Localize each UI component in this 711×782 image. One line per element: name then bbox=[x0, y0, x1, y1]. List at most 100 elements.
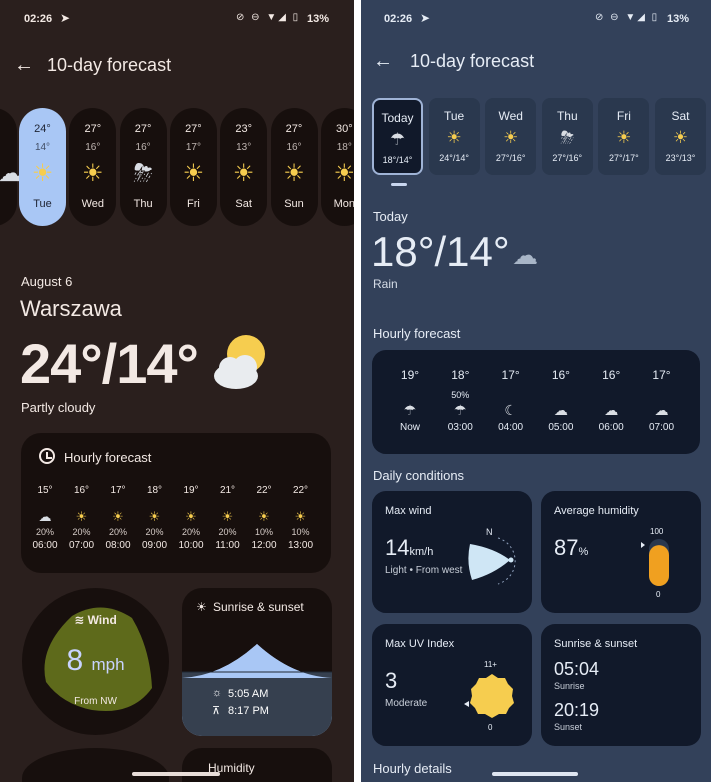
hourly-forecast-card[interactable]: 19° ☂ Now 18° 50% ☂ 03:00 17° ☾ 04:00 16° ☁ 05:00 16°… bbox=[372, 350, 700, 454]
hourly-precip: 10% bbox=[291, 527, 310, 537]
day-range: 27°/16° bbox=[552, 153, 583, 163]
day-pill-tue[interactable]: 24° 14° ☀ Tue bbox=[19, 108, 66, 226]
day-high: 27° bbox=[134, 123, 152, 135]
hourly-temp: 21° bbox=[219, 485, 236, 496]
hourly-temp: 17° bbox=[501, 368, 520, 382]
uv-card-partial[interactable] bbox=[22, 748, 169, 782]
hourly-time: 08:00 bbox=[105, 540, 131, 551]
wind-card[interactable]: ≋ Wind 8 mph From NW bbox=[22, 588, 169, 735]
hourly-temp: 19° bbox=[183, 485, 199, 496]
hourly-precip: 10% bbox=[254, 527, 273, 537]
humidity-min-label: 0 bbox=[656, 590, 661, 599]
humidity-card[interactable]: Average humidity 87% 100 0 bbox=[541, 491, 701, 613]
day-low: 16° bbox=[135, 142, 151, 153]
day-low: 16° bbox=[85, 142, 101, 153]
telegram-icon: ➤ bbox=[420, 11, 431, 25]
sunset-label: Sunset bbox=[554, 722, 583, 732]
battery-percent: 13% bbox=[667, 13, 690, 25]
home-indicator[interactable] bbox=[132, 772, 220, 776]
thunderstorm-icon: ⛈ bbox=[560, 128, 575, 147]
day-range: 23°/13° bbox=[665, 153, 696, 163]
day-low: 16° bbox=[286, 142, 302, 153]
day-range: 27°/16° bbox=[495, 153, 526, 163]
day-name: Wed bbox=[498, 109, 523, 123]
day-range: 27°/17° bbox=[609, 153, 639, 163]
hourly-precip: 20% bbox=[145, 527, 164, 537]
partly-cloudy-icon: ☀ bbox=[232, 160, 255, 187]
status-bar: 02:26 ➤ ⊘ ⊖ ▼◢ ▯ 13% bbox=[361, 0, 711, 38]
hourly-temp: 16° bbox=[602, 368, 621, 382]
day-pill-thu[interactable]: 27° 16° ⛈ Thu bbox=[119, 108, 167, 226]
max-wind-card[interactable]: Max wind 14km/h Light • From west N bbox=[372, 491, 532, 613]
hourly-item: 17° ☀ 20% 08:00 bbox=[100, 485, 136, 551]
hourly-precip bbox=[642, 388, 682, 402]
hourly-item: 18° 50% ☂ 03:00 bbox=[440, 368, 480, 433]
day-high: 27° bbox=[285, 123, 303, 135]
hourly-forecast-title: Hourly forecast bbox=[373, 326, 461, 341]
day-pill-tue[interactable]: Tue ☀ 24°/14° bbox=[428, 98, 480, 175]
sunset-time: 20:19 bbox=[554, 700, 600, 720]
status-bar: 02:26 ➤ ⊘ ⊖ ▼◢ ▯ 13% bbox=[0, 0, 354, 38]
partly-cloudy-icon: ☀ bbox=[185, 509, 197, 524]
day-pill-prev[interactable]: ☁ bbox=[0, 108, 22, 226]
day-pill-thu[interactable]: Thu ⛈ 27°/16° bbox=[541, 98, 593, 175]
rain-icon: ☁ bbox=[512, 240, 538, 270]
home-indicator[interactable] bbox=[492, 772, 578, 776]
hourly-time: 06:00 bbox=[32, 540, 58, 551]
forecast-date: August 6 bbox=[21, 274, 73, 289]
day-pill-mon[interactable]: 30° 18° ☀ Mon bbox=[320, 108, 354, 226]
day-pill-today[interactable]: Today ☂ 18°/14° bbox=[372, 98, 423, 175]
day-pill-fri[interactable]: 27° 17° ☀ Fri bbox=[169, 108, 217, 226]
hourly-temp: 16° bbox=[551, 368, 570, 382]
humidity-title: Average humidity bbox=[554, 505, 639, 517]
day-pill-sun[interactable]: 27° 16° ☀ Sun bbox=[270, 108, 318, 226]
condition-text: Partly cloudy bbox=[21, 400, 96, 415]
back-arrow-icon[interactable]: ← bbox=[373, 50, 393, 73]
sunrise-sunset-card[interactable]: Sunrise & sunset 05:04 Sunrise 20:19 Sun… bbox=[541, 624, 701, 746]
max-wind-desc: Light • From west bbox=[385, 565, 463, 576]
partly-cloudy-icon: ☀ bbox=[82, 160, 104, 187]
hourly-item: 22° ☀ 10% 12:00 bbox=[246, 485, 282, 551]
hourly-temp: 19° bbox=[400, 368, 420, 382]
hourly-item: 21° ☀ 20% 11:00 bbox=[210, 485, 246, 551]
hourly-item: 22° ☀ 10% 13:00 bbox=[283, 485, 319, 551]
cloudy-icon: ☁ bbox=[38, 509, 52, 524]
day-high: 30° bbox=[335, 123, 353, 135]
day-pill-wed[interactable]: Wed ☀ 27°/16° bbox=[485, 98, 537, 175]
day-high: 27° bbox=[84, 123, 102, 135]
day-name: Mon bbox=[333, 198, 354, 210]
uv-sun-gauge bbox=[464, 674, 514, 718]
humidity-card-partial[interactable] bbox=[182, 748, 332, 782]
max-wind-title: Max wind bbox=[385, 505, 432, 517]
uv-index-card[interactable]: Max UV Index 3 Moderate 11+ 0 bbox=[372, 624, 532, 746]
wind-icon: ≋ bbox=[74, 613, 88, 627]
hourly-forecast-card[interactable]: Hourly forecast 15° ☁ 20% 06:00 16° ☀ 20% 07:00… bbox=[21, 433, 331, 573]
uv-min-label: 0 bbox=[488, 723, 493, 732]
day-range: 24°/14° bbox=[439, 153, 469, 163]
day-low: 17° bbox=[185, 142, 201, 153]
hourly-time: 13:00 bbox=[287, 540, 314, 551]
hourly-precip: 50% bbox=[451, 390, 470, 400]
back-arrow-icon[interactable]: ← bbox=[14, 54, 34, 77]
wind-title: ≋ Wind bbox=[74, 613, 117, 627]
day-pill-sat[interactable]: 23° 13° ☀ Sat bbox=[220, 108, 268, 226]
hourly-precip: 20% bbox=[218, 527, 237, 537]
day-low: 14° bbox=[34, 142, 51, 153]
day-pill-fri[interactable]: Fri ☀ 27°/17° bbox=[598, 98, 650, 175]
partly-cloudy-icon: ☀ bbox=[182, 160, 205, 187]
night-cloudy-icon: ☾ bbox=[504, 402, 517, 418]
hourly-item: 17° ☁ 07:00 bbox=[642, 368, 682, 433]
hourly-time: 07:00 bbox=[68, 540, 95, 551]
rain-icon: ☂ bbox=[389, 130, 406, 149]
humidity-max-label: 100 bbox=[650, 527, 664, 536]
day-name: Tue bbox=[443, 109, 465, 123]
sunrise-sunset-card[interactable]: ☀ Sunrise & sunset ☼ 5:05 AM ⊼ 8:17 PM bbox=[182, 588, 332, 736]
day-pill-sat[interactable]: Sat ☀ 23°/13° bbox=[655, 98, 706, 175]
day-range: 18°/14° bbox=[382, 155, 413, 165]
hourly-time: 09:00 bbox=[141, 540, 168, 551]
uv-desc: Moderate bbox=[385, 698, 428, 709]
day-pill-wed[interactable]: 27° 16° ☀ Wed bbox=[69, 108, 117, 226]
sunrise-icon: ☀ bbox=[196, 600, 207, 614]
status-time: 02:26 bbox=[384, 13, 413, 25]
telegram-icon: ➤ bbox=[60, 11, 71, 25]
